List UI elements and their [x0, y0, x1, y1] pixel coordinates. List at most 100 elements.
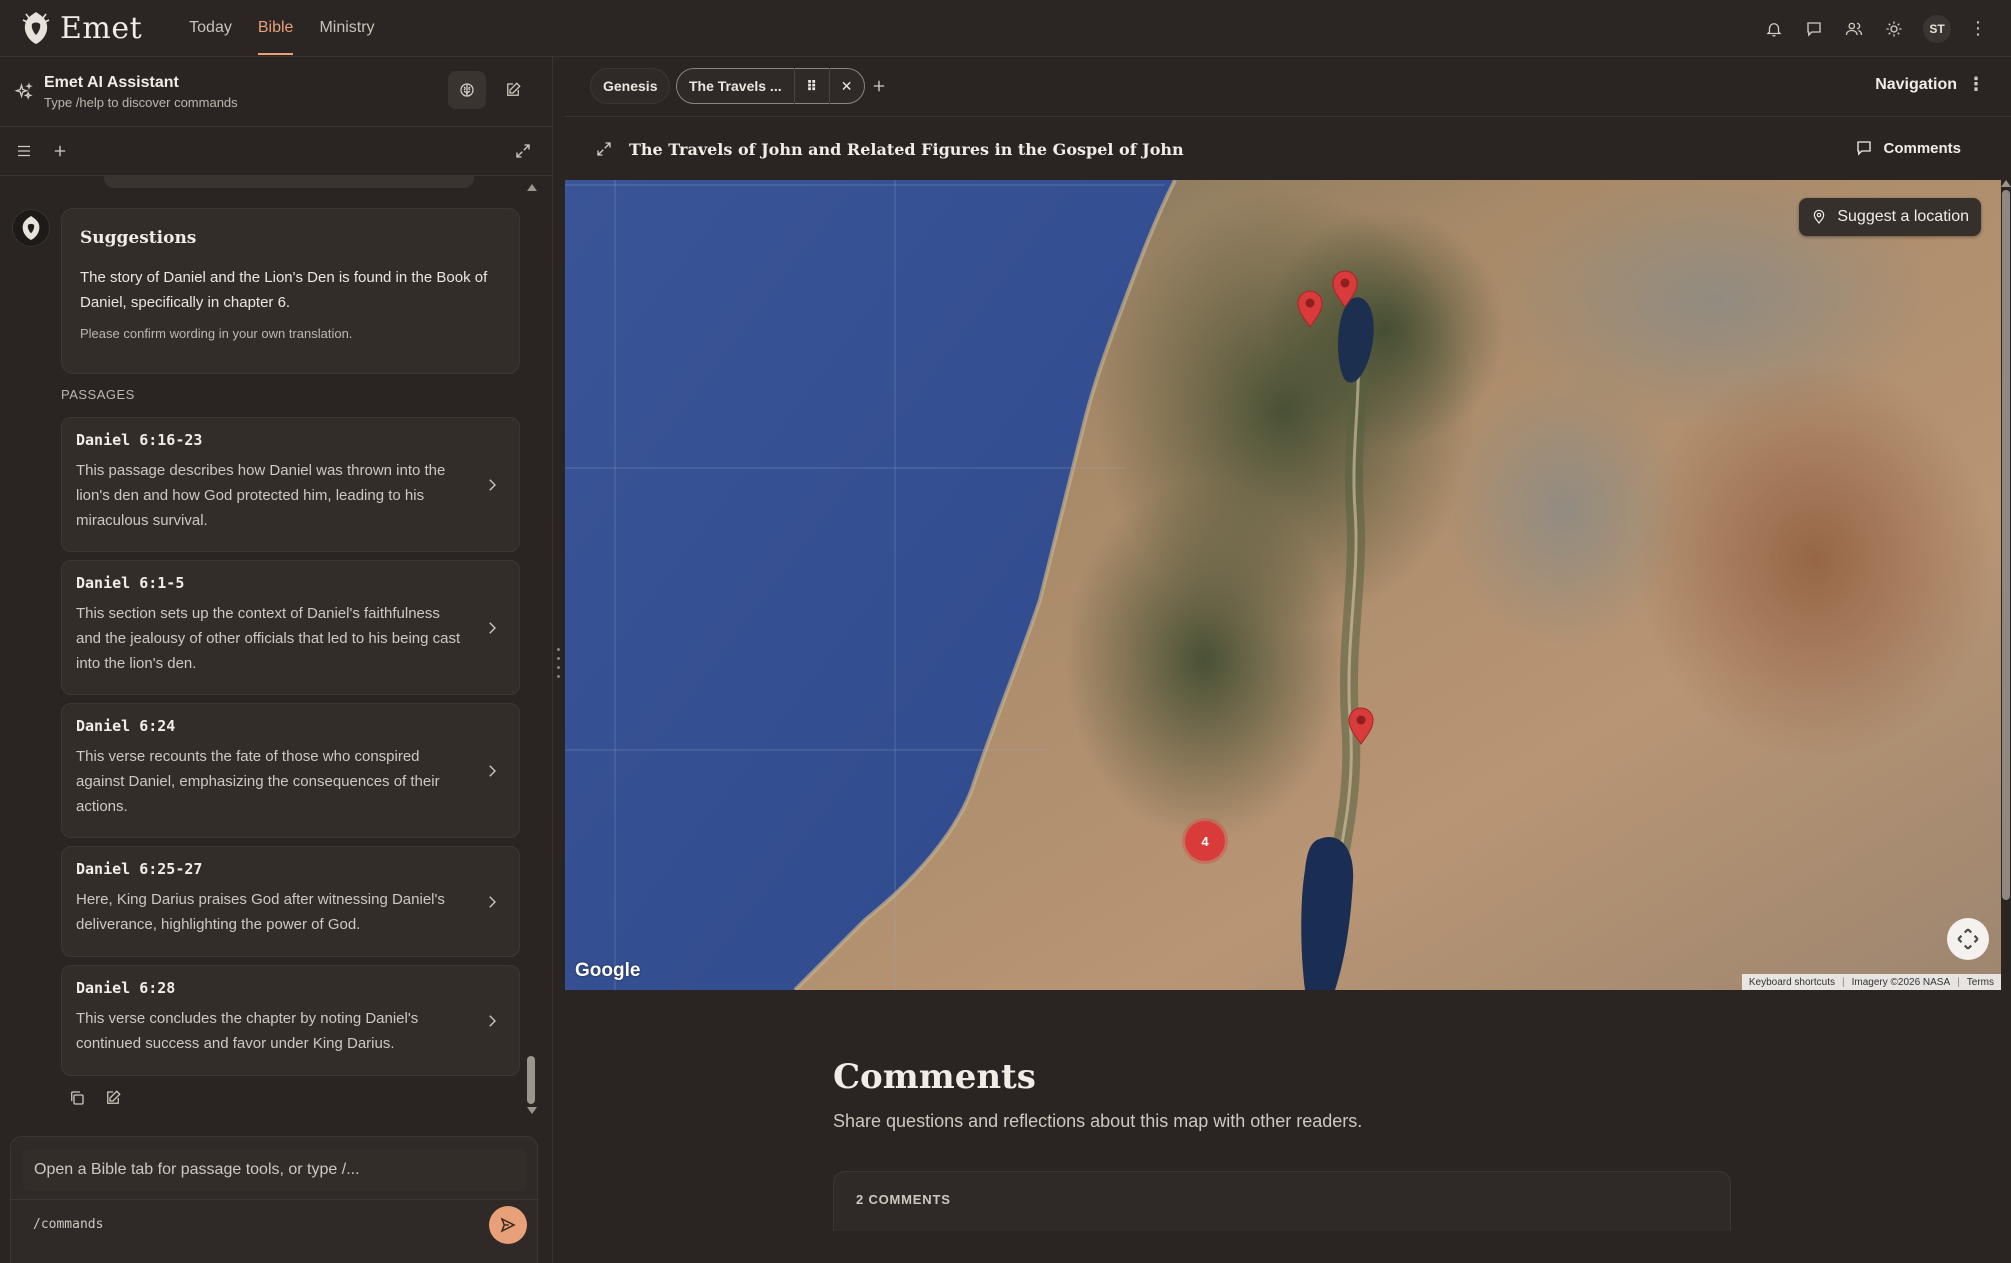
- lion-logo-icon: [22, 216, 40, 240]
- commands-hint[interactable]: /commands: [33, 1217, 103, 1232]
- composer-divider: [11, 1199, 539, 1200]
- scroll-up-arrow-icon[interactable]: [527, 184, 537, 191]
- previous-message-stub: [104, 176, 474, 188]
- comments-button[interactable]: Comments: [1855, 139, 1961, 157]
- assistant-avatar: [12, 209, 50, 247]
- scroll-down-arrow-icon[interactable]: [527, 1107, 537, 1114]
- expand-chat-button[interactable]: [511, 139, 535, 163]
- sparkles-icon: [14, 81, 33, 100]
- chat-scrollbar[interactable]: [527, 184, 537, 1114]
- copy-icon[interactable]: [68, 1089, 86, 1107]
- comments-section: Comments Share questions and reflections…: [833, 1057, 1733, 1231]
- passages-label: PASSAGES: [61, 387, 135, 402]
- scrollbar-thumb[interactable]: [527, 1056, 535, 1104]
- terms-link[interactable]: Terms: [1960, 977, 2001, 988]
- comments-list: 2 COMMENTS: [833, 1171, 1731, 1231]
- nav-ministry[interactable]: Ministry: [306, 0, 387, 57]
- map-title: The Travels of John and Related Figures …: [629, 140, 1184, 159]
- new-note-button[interactable]: [494, 71, 532, 109]
- passage-card[interactable]: Daniel 6:28 This verse concludes the cha…: [61, 965, 520, 1076]
- tab-label: The Travels ...: [689, 78, 782, 94]
- menu-button[interactable]: [12, 139, 36, 163]
- chat-composer: /commands: [10, 1136, 539, 1263]
- brand-name: Emet: [60, 10, 143, 46]
- passage-card[interactable]: Daniel 6:1-5 This section sets up the co…: [61, 560, 520, 695]
- fullscreen-map-button[interactable]: [1947, 918, 1989, 960]
- plus-icon: [54, 145, 66, 157]
- chevron-right-icon: [483, 476, 501, 494]
- content-panel: Genesis The Travels ... ⠿ ✕ Navigation ⋮…: [565, 57, 2011, 1263]
- chat-input[interactable]: [23, 1149, 527, 1191]
- tab-genesis[interactable]: Genesis: [590, 68, 671, 104]
- passage-card[interactable]: Daniel 6:25-27 Here, King Darius praises…: [61, 846, 520, 957]
- expand-diagonal-icon: [516, 144, 530, 158]
- chat-toolbar: [0, 127, 552, 176]
- more-vertical-icon[interactable]: ⋮: [1969, 18, 1987, 39]
- tab-travels-map[interactable]: The Travels ... ⠿ ✕: [676, 68, 865, 104]
- suggestions-card: Suggestions The story of Daniel and the …: [61, 208, 520, 374]
- navigation-menu-button[interactable]: Navigation ⋮: [1875, 74, 1985, 95]
- suggestions-title: Suggestions: [80, 228, 197, 248]
- satellite-imagery: [565, 180, 2001, 990]
- fullscreen-button[interactable]: [595, 140, 615, 160]
- drag-handle-icon[interactable]: ⠿: [795, 68, 829, 104]
- close-icon[interactable]: ✕: [830, 68, 864, 104]
- content-scrollbar[interactable]: [2001, 180, 2011, 1263]
- top-actions: ST ⋮: [1763, 0, 1987, 57]
- panel-resize-handle[interactable]: [554, 648, 562, 678]
- passage-card[interactable]: Daniel 6:24 This verse recounts the fate…: [61, 703, 520, 838]
- lion-logo-icon: [22, 12, 50, 44]
- keyboard-shortcuts-link[interactable]: Keyboard shortcuts: [1742, 977, 1842, 988]
- map-marker-pin[interactable]: [1330, 268, 1360, 308]
- satellite-map[interactable]: Suggest a location 4 Google Keyboard sho…: [565, 180, 2001, 990]
- chevron-right-icon: [483, 762, 501, 780]
- nav-bible[interactable]: Bible: [245, 0, 307, 57]
- main-nav: Today Bible Ministry: [176, 0, 387, 57]
- move-arrows-icon: [1957, 928, 1979, 950]
- brand-logo[interactable]: Emet: [20, 10, 142, 46]
- suggest-location-label: Suggest a location: [1837, 208, 1969, 225]
- comments-button-label: Comments: [1883, 139, 1961, 157]
- passage-desc: This verse concludes the chapter by noti…: [76, 1010, 419, 1052]
- imagery-credit: Imagery ©2026 NASA: [1851, 976, 1951, 988]
- hamburger-icon: [18, 145, 30, 157]
- comments-count: 2 COMMENTS: [856, 1192, 951, 1207]
- brain-icon: [460, 83, 474, 97]
- brain-toggle-button[interactable]: [448, 71, 486, 109]
- scroll-up-arrow-icon[interactable]: [2001, 180, 2011, 187]
- suggest-location-button[interactable]: Suggest a location: [1799, 198, 1981, 236]
- tabs-bar: Genesis The Travels ... ⠿ ✕ Navigation ⋮: [565, 57, 2011, 117]
- passage-card[interactable]: Daniel 6:16-23 This passage describes ho…: [61, 417, 520, 552]
- edit-note-icon: [507, 82, 521, 96]
- suggestions-text: The story of Daniel and the Lion's Den i…: [80, 269, 488, 311]
- passage-ref: Daniel 6:28: [76, 979, 176, 997]
- passage-ref: Daniel 6:24: [76, 717, 176, 735]
- nav-today[interactable]: Today: [176, 0, 245, 57]
- map-marker-pin[interactable]: [1295, 288, 1325, 328]
- map-pin-icon: [1814, 209, 1825, 224]
- add-tab-button[interactable]: [866, 73, 892, 99]
- chat-transcript[interactable]: Suggestions The story of Daniel and the …: [0, 176, 553, 1122]
- assistant-subtitle: Type /help to discover commands: [44, 94, 238, 110]
- map-attribution: Keyboard shortcuts | Imagery ©2026 NASA …: [1741, 974, 2001, 990]
- bell-icon[interactable]: [1763, 18, 1785, 40]
- sun-icon[interactable]: [1883, 18, 1905, 40]
- assistant-title: Emet AI Assistant: [44, 73, 179, 91]
- new-chat-button[interactable]: [48, 139, 72, 163]
- passage-desc: This section sets up the context of Dani…: [76, 605, 461, 672]
- send-button[interactable]: [489, 1206, 527, 1244]
- edit-note-icon[interactable]: [104, 1089, 122, 1107]
- map-header: The Travels of John and Related Figures …: [565, 118, 2011, 180]
- message-actions: [68, 1089, 122, 1107]
- marker-cluster[interactable]: 4: [1185, 821, 1225, 861]
- chat-bubble-icon[interactable]: [1803, 18, 1825, 40]
- comments-subtitle: Share questions and reflections about th…: [833, 1111, 1363, 1131]
- scrollbar-thumb[interactable]: [2002, 190, 2010, 900]
- assistant-header: Emet AI Assistant Type /help to discover…: [0, 57, 552, 127]
- map-marker-pin[interactable]: [1346, 705, 1376, 745]
- tab-label: Genesis: [603, 78, 658, 94]
- users-icon[interactable]: [1843, 18, 1865, 40]
- user-avatar[interactable]: ST: [1923, 14, 1951, 43]
- chevron-right-icon: [483, 1012, 501, 1030]
- passage-ref: Daniel 6:16-23: [76, 431, 203, 449]
